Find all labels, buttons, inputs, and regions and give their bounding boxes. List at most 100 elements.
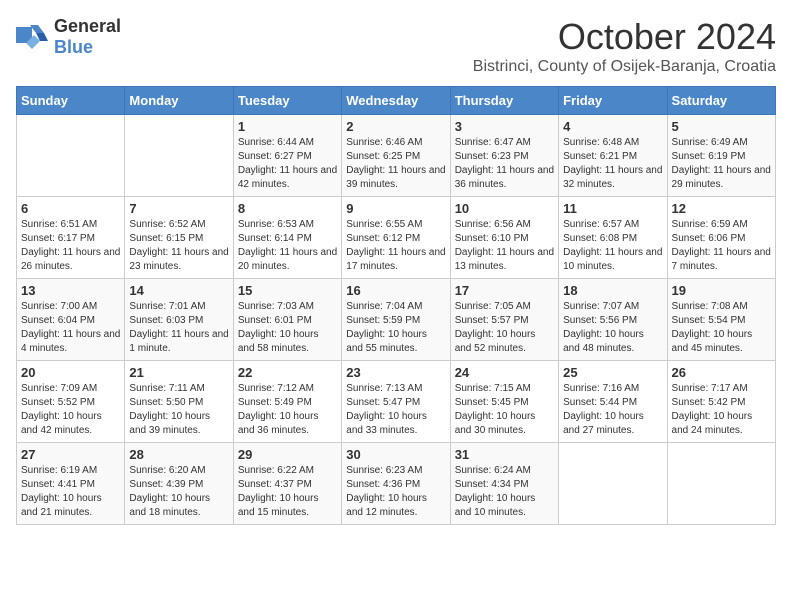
day-info: Sunrise: 7:16 AMSunset: 5:44 PMDaylight:… (563, 382, 662, 438)
calendar-week-row: 1 Sunrise: 6:44 AMSunset: 6:27 PMDaylight… (17, 115, 776, 197)
day-info: Sunrise: 6:53 AMSunset: 6:14 PMDaylight:… (238, 218, 337, 274)
day-number: 17 (455, 283, 554, 298)
calendar-day-cell: 22 Sunrise: 7:12 AMSunset: 5:49 PMDayligh… (233, 361, 341, 443)
day-info: Sunrise: 6:24 AMSunset: 4:34 PMDaylight:… (455, 464, 554, 520)
day-number: 22 (238, 365, 337, 380)
weekday-header: Saturday (667, 87, 775, 115)
day-info: Sunrise: 7:17 AMSunset: 5:42 PMDaylight:… (672, 382, 771, 438)
title-section: October 2024 Bistrinci, County of Osijek… (473, 16, 776, 76)
calendar-day-cell: 9 Sunrise: 6:55 AMSunset: 6:12 PMDaylight… (342, 197, 450, 279)
calendar-day-cell: 24 Sunrise: 7:15 AMSunset: 5:45 PMDayligh… (450, 361, 558, 443)
day-number: 30 (346, 447, 445, 462)
month-title: October 2024 (473, 16, 776, 58)
day-info: Sunrise: 6:55 AMSunset: 6:12 PMDaylight:… (346, 218, 445, 274)
day-number: 15 (238, 283, 337, 298)
day-number: 7 (129, 201, 228, 216)
weekday-header: Monday (125, 87, 233, 115)
calendar-day-cell: 10 Sunrise: 6:56 AMSunset: 6:10 PMDayligh… (450, 197, 558, 279)
calendar-day-cell: 25 Sunrise: 7:16 AMSunset: 5:44 PMDayligh… (559, 361, 667, 443)
day-number: 23 (346, 365, 445, 380)
day-number: 13 (21, 283, 120, 298)
logo-general: General (54, 16, 121, 36)
calendar-day-cell: 16 Sunrise: 7:04 AMSunset: 5:59 PMDayligh… (342, 279, 450, 361)
logo: General Blue (16, 16, 121, 58)
calendar-day-cell: 5Sunrise: 6:49 AMSunset: 6:19 PMDaylight… (667, 115, 775, 197)
day-number: 6 (21, 201, 120, 216)
logo-blue: Blue (54, 37, 93, 57)
calendar-day-cell: 13 Sunrise: 7:00 AMSunset: 6:04 PMDayligh… (17, 279, 125, 361)
calendar-day-cell: 23 Sunrise: 7:13 AMSunset: 5:47 PMDayligh… (342, 361, 450, 443)
day-info: Sunrise: 7:11 AMSunset: 5:50 PMDaylight:… (129, 382, 228, 438)
day-info: Sunrise: 6:49 AMSunset: 6:19 PMDaylight:… (672, 136, 771, 192)
day-info: Sunrise: 6:57 AMSunset: 6:08 PMDaylight:… (563, 218, 662, 274)
calendar-day-cell: 3Sunrise: 6:47 AMSunset: 6:23 PMDaylight… (450, 115, 558, 197)
calendar-day-cell: 19Sunrise: 7:08 AMSunset: 5:54 PMDayligh… (667, 279, 775, 361)
calendar-day-cell: 18Sunrise: 7:07 AMSunset: 5:56 PMDayligh… (559, 279, 667, 361)
day-info: Sunrise: 6:46 AMSunset: 6:25 PMDaylight:… (346, 136, 445, 192)
day-number: 25 (563, 365, 662, 380)
calendar-header: SundayMondayTuesdayWednesdayThursdayFrid… (17, 87, 776, 115)
day-info: Sunrise: 6:52 AMSunset: 6:15 PMDaylight:… (129, 218, 228, 274)
weekday-row: SundayMondayTuesdayWednesdayThursdayFrid… (17, 87, 776, 115)
day-info: Sunrise: 7:04 AMSunset: 5:59 PMDaylight:… (346, 300, 445, 356)
calendar-day-cell: 7 Sunrise: 6:52 AMSunset: 6:15 PMDaylight… (125, 197, 233, 279)
day-info: Sunrise: 7:07 AMSunset: 5:56 PMDaylight:… (563, 300, 662, 356)
day-info: Sunrise: 7:05 AMSunset: 5:57 PMDaylight:… (455, 300, 554, 356)
calendar-day-cell: 29Sunrise: 6:22 AMSunset: 4:37 PMDayligh… (233, 443, 341, 525)
calendar-day-cell (17, 115, 125, 197)
logo-icon (16, 23, 52, 51)
calendar-day-cell: 4 Sunrise: 6:48 AMSunset: 6:21 PMDaylight… (559, 115, 667, 197)
weekday-header: Thursday (450, 87, 558, 115)
day-info: Sunrise: 6:23 AMSunset: 4:36 PMDaylight:… (346, 464, 445, 520)
calendar-week-row: 13 Sunrise: 7:00 AMSunset: 6:04 PMDayligh… (17, 279, 776, 361)
page-header: General Blue October 2024 Bistrinci, Cou… (16, 16, 776, 76)
day-info: Sunrise: 7:15 AMSunset: 5:45 PMDaylight:… (455, 382, 554, 438)
day-number: 12 (672, 201, 771, 216)
location-title: Bistrinci, County of Osijek-Baranja, Cro… (473, 58, 776, 76)
day-info: Sunrise: 6:48 AMSunset: 6:21 PMDaylight:… (563, 136, 662, 192)
calendar-week-row: 6 Sunrise: 6:51 AMSunset: 6:17 PMDaylight… (17, 197, 776, 279)
day-info: Sunrise: 6:51 AMSunset: 6:17 PMDaylight:… (21, 218, 120, 274)
calendar-day-cell: 14Sunrise: 7:01 AMSunset: 6:03 PMDayligh… (125, 279, 233, 361)
day-info: Sunrise: 6:19 AMSunset: 4:41 PMDaylight:… (21, 464, 120, 520)
day-number: 9 (346, 201, 445, 216)
calendar-day-cell: 31Sunrise: 6:24 AMSunset: 4:34 PMDayligh… (450, 443, 558, 525)
day-number: 4 (563, 119, 662, 134)
calendar-day-cell: 26 Sunrise: 7:17 AMSunset: 5:42 PMDayligh… (667, 361, 775, 443)
day-info: Sunrise: 7:13 AMSunset: 5:47 PMDaylight:… (346, 382, 445, 438)
calendar-day-cell: 21 Sunrise: 7:11 AMSunset: 5:50 PMDayligh… (125, 361, 233, 443)
weekday-header: Wednesday (342, 87, 450, 115)
calendar-week-row: 20Sunrise: 7:09 AMSunset: 5:52 PMDayligh… (17, 361, 776, 443)
day-info: Sunrise: 7:12 AMSunset: 5:49 PMDaylight:… (238, 382, 337, 438)
calendar-day-cell: 8 Sunrise: 6:53 AMSunset: 6:14 PMDaylight… (233, 197, 341, 279)
day-number: 29 (238, 447, 337, 462)
day-info: Sunrise: 7:03 AMSunset: 6:01 PMDaylight:… (238, 300, 337, 356)
day-number: 21 (129, 365, 228, 380)
day-number: 10 (455, 201, 554, 216)
weekday-header: Tuesday (233, 87, 341, 115)
calendar-day-cell (667, 443, 775, 525)
calendar-day-cell (559, 443, 667, 525)
day-number: 11 (563, 201, 662, 216)
day-info: Sunrise: 7:01 AMSunset: 6:03 PMDaylight:… (129, 300, 228, 356)
day-number: 8 (238, 201, 337, 216)
day-number: 26 (672, 365, 771, 380)
day-number: 27 (21, 447, 120, 462)
calendar-day-cell: 12 Sunrise: 6:59 AMSunset: 6:06 PMDayligh… (667, 197, 775, 279)
day-number: 2 (346, 119, 445, 134)
day-number: 20 (21, 365, 120, 380)
day-info: Sunrise: 6:59 AMSunset: 6:06 PMDaylight:… (672, 218, 771, 274)
calendar-day-cell: 28Sunrise: 6:20 AMSunset: 4:39 PMDayligh… (125, 443, 233, 525)
calendar-day-cell: 1 Sunrise: 6:44 AMSunset: 6:27 PMDaylight… (233, 115, 341, 197)
day-number: 16 (346, 283, 445, 298)
day-info: Sunrise: 6:44 AMSunset: 6:27 PMDaylight:… (238, 136, 337, 192)
day-number: 1 (238, 119, 337, 134)
calendar-week-row: 27 Sunrise: 6:19 AMSunset: 4:41 PMDayligh… (17, 443, 776, 525)
day-number: 24 (455, 365, 554, 380)
calendar-day-cell (125, 115, 233, 197)
calendar-day-cell: 6 Sunrise: 6:51 AMSunset: 6:17 PMDaylight… (17, 197, 125, 279)
calendar-day-cell: 15 Sunrise: 7:03 AMSunset: 6:01 PMDayligh… (233, 279, 341, 361)
calendar-day-cell: 17 Sunrise: 7:05 AMSunset: 5:57 PMDayligh… (450, 279, 558, 361)
day-info: Sunrise: 7:00 AMSunset: 6:04 PMDaylight:… (21, 300, 120, 356)
day-info: Sunrise: 6:56 AMSunset: 6:10 PMDaylight:… (455, 218, 554, 274)
